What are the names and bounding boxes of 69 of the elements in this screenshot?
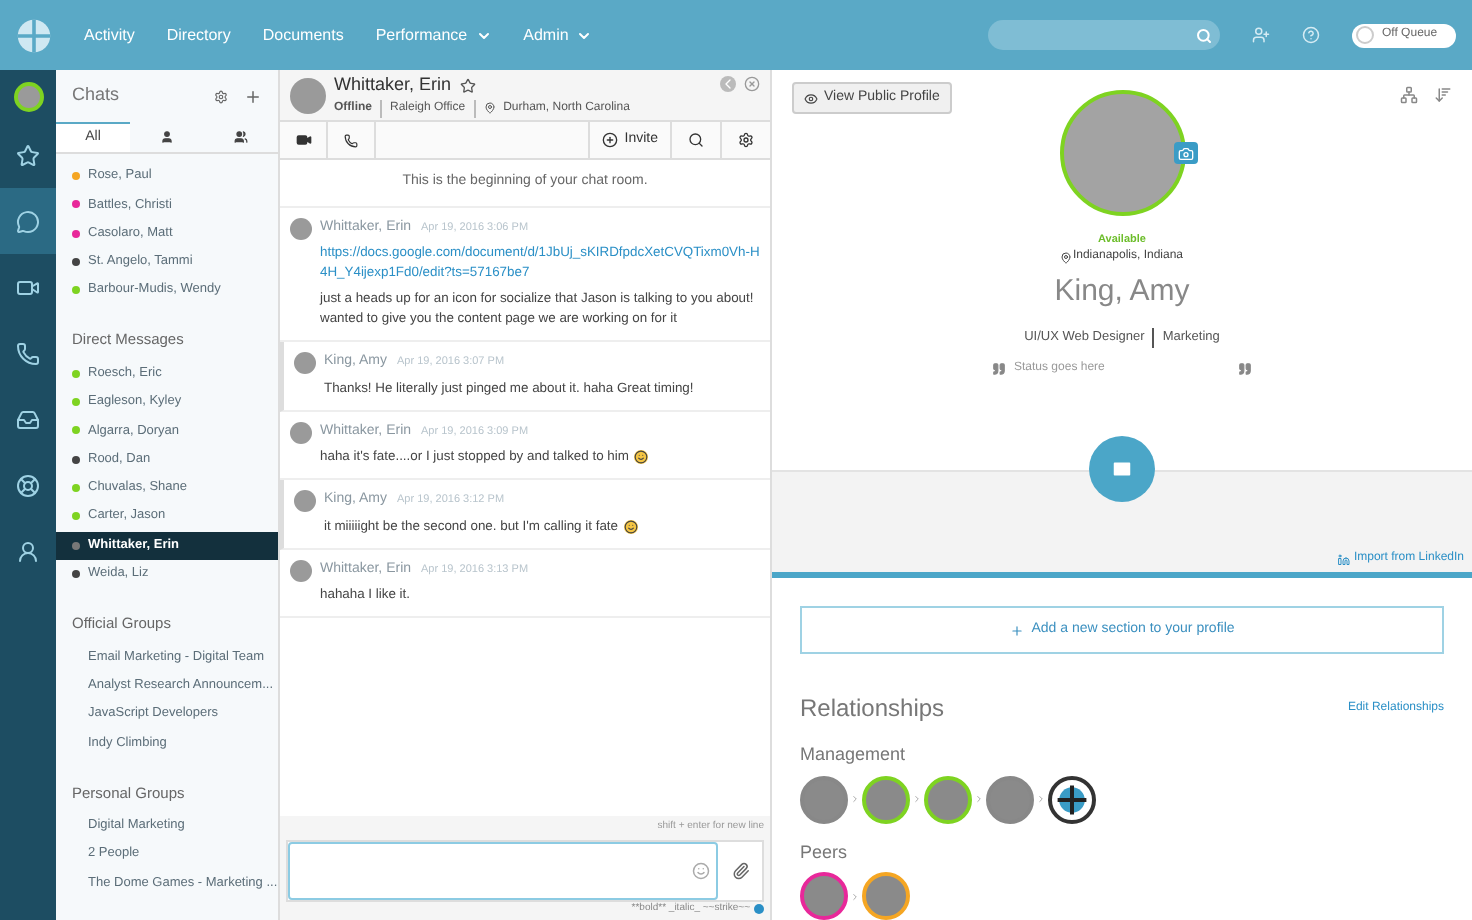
chevron-icon bbox=[850, 891, 860, 901]
camera-button[interactable] bbox=[1173, 142, 1197, 164]
message-input[interactable] bbox=[288, 841, 718, 899]
person-avatar[interactable] bbox=[862, 872, 910, 920]
search-icon bbox=[1196, 27, 1212, 43]
chats-title: Chats bbox=[72, 82, 122, 109]
gear-icon bbox=[738, 132, 754, 148]
chevron-icon bbox=[974, 794, 984, 804]
person-avatar[interactable] bbox=[986, 775, 1034, 823]
back-icon[interactable] bbox=[720, 76, 736, 92]
search-icon bbox=[688, 132, 704, 148]
caret-icon bbox=[475, 27, 492, 43]
help-icon[interactable] bbox=[754, 903, 764, 914]
person-avatar[interactable] bbox=[800, 775, 848, 823]
search-field[interactable] bbox=[988, 20, 1220, 50]
quote-icon bbox=[1238, 361, 1252, 375]
plus-icon bbox=[602, 132, 619, 148]
logo-icon[interactable] bbox=[16, 17, 52, 53]
help-icon[interactable] bbox=[1302, 26, 1320, 44]
chevron-icon bbox=[1036, 794, 1046, 804]
logo-avatar[interactable] bbox=[1048, 775, 1096, 823]
avatar bbox=[290, 77, 326, 113]
avatar bbox=[294, 352, 316, 375]
settings-icon[interactable] bbox=[214, 89, 228, 103]
profile-name: King, Amy bbox=[1054, 272, 1190, 313]
mail-button[interactable] bbox=[1089, 436, 1155, 503]
star-icon bbox=[16, 143, 40, 167]
person-avatar[interactable] bbox=[924, 775, 972, 823]
contact-name: Whittaker, Erin bbox=[334, 72, 452, 99]
smiley-icon bbox=[634, 449, 649, 464]
plus-icon bbox=[1009, 623, 1024, 637]
add-user-icon[interactable] bbox=[1252, 26, 1270, 44]
avatar bbox=[290, 217, 312, 239]
linkedin-icon bbox=[1337, 553, 1350, 565]
pin-icon bbox=[1060, 251, 1073, 264]
sort-icon[interactable] bbox=[1434, 86, 1452, 104]
lifebuoy-icon bbox=[16, 473, 40, 497]
avatar bbox=[294, 490, 316, 513]
chat-icon bbox=[16, 209, 40, 233]
smiley-icon bbox=[624, 519, 638, 534]
paperclip-icon bbox=[731, 861, 749, 879]
pin-icon bbox=[483, 102, 496, 115]
close-icon[interactable] bbox=[744, 76, 760, 92]
phone-icon bbox=[16, 341, 40, 365]
person-icon bbox=[160, 130, 174, 144]
video-icon bbox=[16, 275, 40, 299]
user-icon bbox=[16, 539, 40, 563]
caret-icon bbox=[576, 27, 593, 43]
avatar bbox=[13, 81, 43, 111]
relationship-group-label: Management bbox=[800, 742, 908, 768]
quote-icon bbox=[992, 361, 1006, 375]
org-chart-icon[interactable] bbox=[1400, 86, 1418, 104]
star-icon[interactable] bbox=[459, 78, 476, 94]
chevron-icon bbox=[850, 794, 860, 804]
person-avatar[interactable] bbox=[862, 775, 910, 823]
eye-icon bbox=[804, 91, 818, 105]
add-icon[interactable] bbox=[244, 87, 262, 105]
phone-icon bbox=[344, 133, 358, 147]
people-icon bbox=[234, 130, 248, 144]
relationships-heading: Relationships bbox=[800, 692, 945, 726]
relationship-group-label: Peers bbox=[800, 839, 850, 865]
inbox-icon bbox=[16, 407, 40, 431]
chevron-icon bbox=[912, 794, 922, 804]
video-icon bbox=[295, 132, 311, 148]
avatar bbox=[290, 559, 312, 582]
camera-icon bbox=[1177, 145, 1193, 161]
person-avatar[interactable] bbox=[800, 872, 848, 920]
emoji-icon bbox=[692, 861, 710, 879]
avatar bbox=[290, 421, 312, 444]
